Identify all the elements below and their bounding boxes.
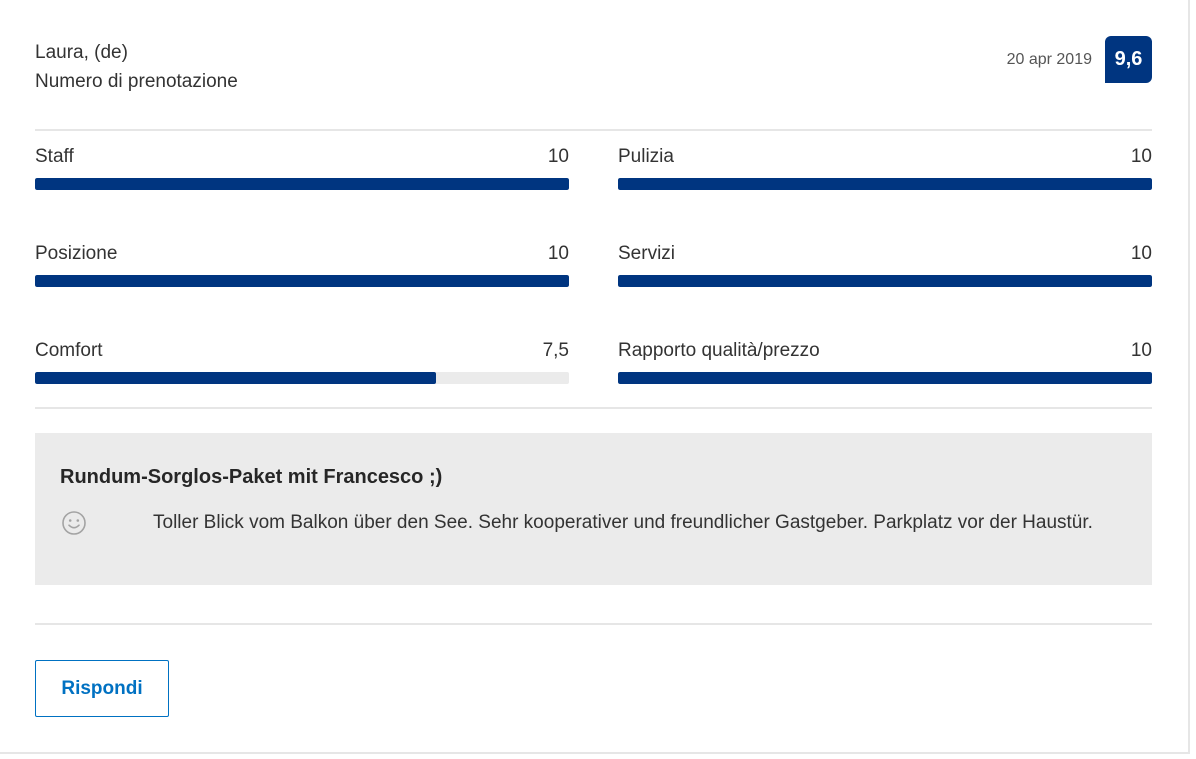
score-bar-fill: [35, 178, 569, 190]
category-label: Comfort: [35, 340, 103, 361]
score-bar-track: [618, 275, 1152, 287]
reviewer-subtitle: Numero di prenotazione: [35, 71, 238, 92]
review-content: Rundum-Sorglos-Paket mit Francesco ;) To…: [35, 433, 1152, 585]
divider: [35, 623, 1152, 625]
review-card: Laura, (de) Numero di prenotazione 20 ap…: [0, 0, 1190, 754]
score-bar-fill: [618, 372, 1152, 384]
category-label: Posizione: [35, 243, 118, 264]
smile-icon: [62, 511, 86, 535]
category-score: Pulizia 10: [618, 146, 1152, 190]
score-bar-track: [618, 372, 1152, 384]
reviewer-info: Laura, (de) Numero di prenotazione: [35, 38, 238, 96]
overall-score-badge: 9,6: [1105, 36, 1152, 83]
category-score: Servizi 10: [618, 243, 1152, 287]
category-value: 10: [547, 146, 569, 167]
category-value: 10: [547, 243, 569, 264]
category-label: Servizi: [618, 243, 676, 264]
category-value: 7,5: [542, 340, 569, 361]
reply-button[interactable]: Rispondi: [35, 660, 169, 717]
review-date: 20 apr 2019: [1006, 51, 1092, 68]
score-bar-track: [35, 275, 569, 287]
score-bar-track: [35, 178, 569, 190]
category-score: Posizione 10: [35, 243, 569, 287]
score-bar-fill: [618, 275, 1152, 287]
divider: [35, 129, 1152, 131]
category-value: 10: [1130, 243, 1152, 264]
category-score: Rapporto qualità/prezzo 10: [618, 340, 1152, 384]
category-value: 10: [1130, 146, 1152, 167]
score-bar-fill: [35, 275, 569, 287]
score-bar-track: [618, 178, 1152, 190]
category-score: Staff 10: [35, 146, 569, 190]
divider: [35, 407, 1152, 409]
score-bar-fill: [618, 178, 1152, 190]
score-bar-track: [35, 372, 569, 384]
category-label: Pulizia: [618, 146, 674, 167]
category-score: Comfort 7,5: [35, 340, 569, 384]
category-value: 10: [1130, 340, 1152, 361]
reviewer-name: Laura, (de): [35, 42, 128, 63]
category-label: Staff: [35, 146, 74, 167]
category-label: Rapporto qualità/prezzo: [618, 340, 820, 361]
review-title: Rundum-Sorglos-Paket mit Francesco ;): [60, 466, 443, 488]
review-positive-text: Toller Blick vom Balkon über den See. Se…: [153, 512, 1093, 533]
score-bar-fill: [35, 372, 436, 384]
